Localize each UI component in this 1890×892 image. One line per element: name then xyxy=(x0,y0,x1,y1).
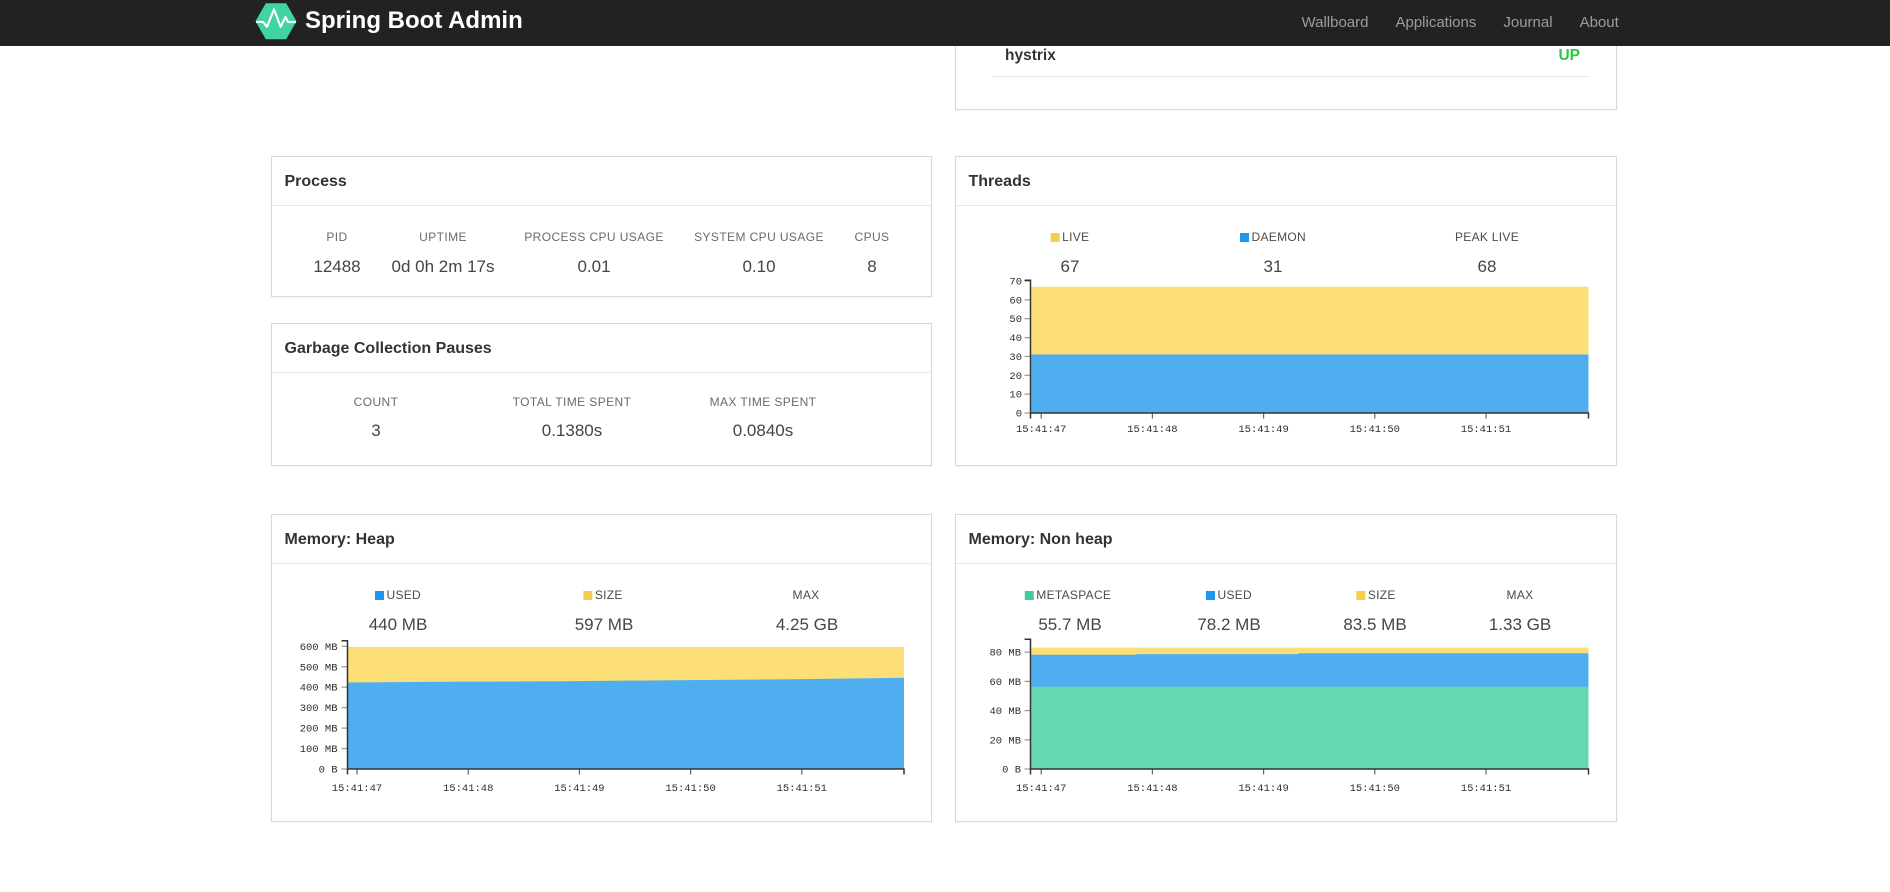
svg-text:15:41:47: 15:41:47 xyxy=(1016,424,1066,436)
svg-text:0 B: 0 B xyxy=(319,765,338,777)
svg-text:15:41:51: 15:41:51 xyxy=(1461,424,1511,436)
svg-text:15:41:51: 15:41:51 xyxy=(1461,783,1511,795)
svg-text:200 MB: 200 MB xyxy=(300,724,338,736)
svg-text:15:41:48: 15:41:48 xyxy=(443,783,493,795)
svg-text:30: 30 xyxy=(1009,352,1022,364)
svg-text:50: 50 xyxy=(1009,314,1022,326)
svg-text:40: 40 xyxy=(1009,333,1022,345)
svg-text:15:41:47: 15:41:47 xyxy=(1016,783,1066,795)
svg-text:15:41:47: 15:41:47 xyxy=(332,783,382,795)
svg-text:0: 0 xyxy=(1016,409,1022,421)
svg-text:15:41:50: 15:41:50 xyxy=(665,783,715,795)
svg-text:20 MB: 20 MB xyxy=(989,735,1021,747)
svg-text:20: 20 xyxy=(1009,371,1022,383)
svg-text:80 MB: 80 MB xyxy=(989,648,1021,660)
svg-text:100 MB: 100 MB xyxy=(300,744,338,756)
svg-text:15:41:49: 15:41:49 xyxy=(1238,424,1288,436)
svg-text:600 MB: 600 MB xyxy=(300,642,338,654)
svg-text:15:41:48: 15:41:48 xyxy=(1127,424,1177,436)
svg-text:70: 70 xyxy=(1009,277,1022,289)
svg-text:15:41:50: 15:41:50 xyxy=(1350,424,1400,436)
svg-text:60 MB: 60 MB xyxy=(989,677,1021,689)
svg-text:300 MB: 300 MB xyxy=(300,703,338,715)
svg-text:15:41:50: 15:41:50 xyxy=(1350,783,1400,795)
svg-text:400 MB: 400 MB xyxy=(300,683,338,695)
svg-text:15:41:49: 15:41:49 xyxy=(1238,783,1288,795)
svg-text:15:41:51: 15:41:51 xyxy=(777,783,827,795)
svg-text:15:41:49: 15:41:49 xyxy=(554,783,604,795)
svg-text:40 MB: 40 MB xyxy=(989,706,1021,718)
svg-text:15:41:48: 15:41:48 xyxy=(1127,783,1177,795)
svg-text:0 B: 0 B xyxy=(1002,765,1021,777)
svg-text:500 MB: 500 MB xyxy=(300,662,338,674)
svg-text:10: 10 xyxy=(1009,390,1022,402)
svg-text:60: 60 xyxy=(1009,295,1022,307)
